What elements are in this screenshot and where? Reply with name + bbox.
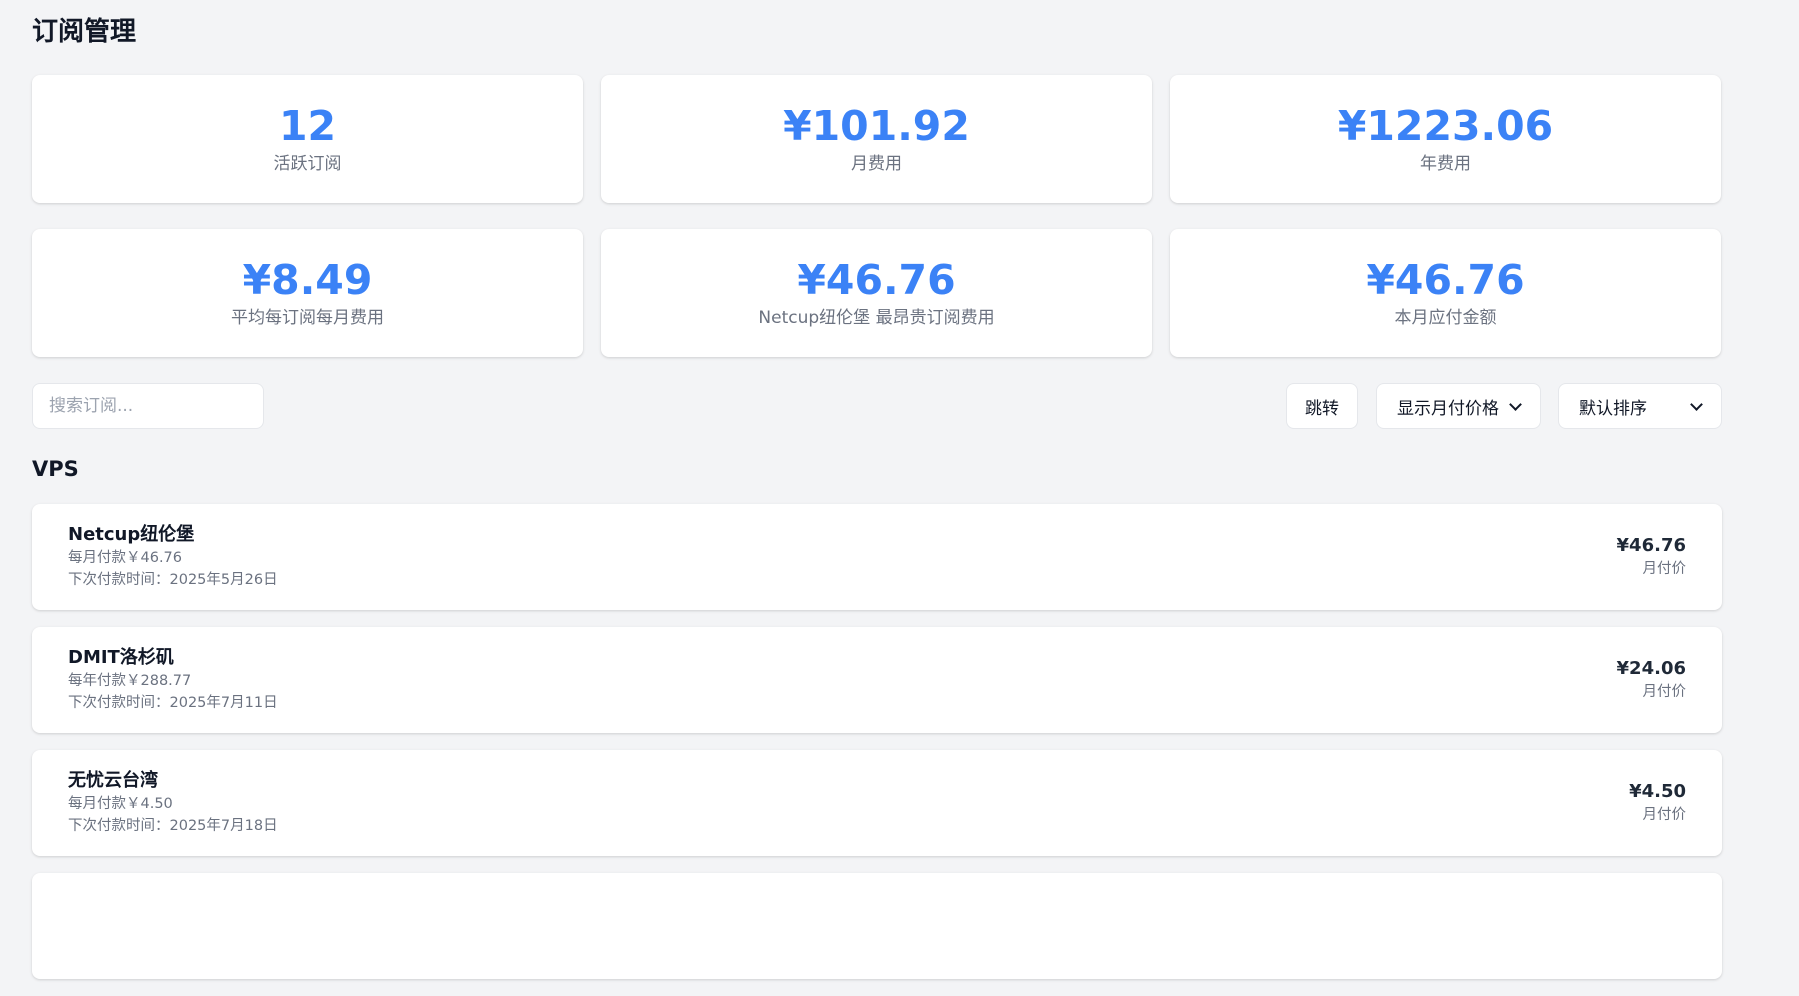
subscription-price: ¥4.50 (1629, 781, 1686, 802)
subscription-card[interactable] (32, 873, 1722, 979)
subscription-info: DMIT洛杉矶 每年付款￥288.77 下次付款时间：2025年7月11日 (68, 646, 278, 714)
stat-value: ¥8.49 (242, 256, 373, 304)
subscription-card[interactable]: DMIT洛杉矶 每年付款￥288.77 下次付款时间：2025年7月11日 ¥2… (32, 627, 1722, 733)
stat-value: ¥46.76 (797, 256, 956, 304)
page-title: 订阅管理 (32, 17, 137, 47)
chevron-down-icon (1509, 397, 1522, 411)
subscription-next-payment: 下次付款时间：2025年7月11日 (68, 695, 278, 711)
stat-card-due-this-month: ¥46.76 本月应付金额 (1170, 229, 1721, 357)
subscription-price: ¥24.06 (1616, 658, 1686, 679)
subscription-payment: 每年付款￥288.77 (68, 673, 192, 689)
price-display-select-value: 显示月付价格 (1397, 398, 1499, 419)
subscription-info: Netcup纽伦堡 每月付款￥46.76 下次付款时间：2025年5月26日 (68, 523, 278, 591)
subscription-payment: 每月付款￥4.50 (68, 796, 173, 812)
subscription-price-block: ¥4.50 月付价 (1629, 779, 1686, 825)
toolbar: 跳转 显示月付价格 默认排序 (32, 383, 1722, 429)
subscription-card[interactable]: Netcup纽伦堡 每月付款￥46.76 下次付款时间：2025年5月26日 ¥… (32, 504, 1722, 610)
stat-label: Netcup纽伦堡 最昂贵订阅费用 (758, 308, 995, 328)
stat-card-monthly-cost: ¥101.92 月费用 (601, 75, 1152, 203)
price-display-select[interactable]: 显示月付价格 (1376, 383, 1541, 429)
subscription-info: 无忧云台湾 每月付款￥4.50 下次付款时间：2025年7月18日 (68, 769, 278, 837)
subscription-name: DMIT洛杉矶 (68, 647, 174, 668)
stat-value: ¥1223.06 (1337, 102, 1554, 150)
stat-label: 月费用 (851, 154, 902, 174)
subscription-price: ¥46.76 (1616, 535, 1686, 556)
stat-label: 平均每订阅每月费用 (231, 308, 384, 328)
subscription-payment: 每月付款￥46.76 (68, 550, 183, 566)
sort-select-value: 默认排序 (1579, 398, 1647, 419)
stat-value: ¥101.92 (783, 102, 970, 150)
stat-card-active-subscriptions: 12 活跃订阅 (32, 75, 583, 203)
stat-label: 年费用 (1420, 154, 1471, 174)
subscription-price-block: ¥46.76 月付价 (1617, 533, 1686, 579)
stats-grid: 12 活跃订阅 ¥101.92 月费用 ¥1223.06 年费用 ¥8.49 平… (32, 75, 1722, 357)
subscription-price-label: 月付价 (1642, 684, 1687, 700)
subscription-next-payment: 下次付款时间：2025年5月26日 (68, 572, 278, 588)
stat-card-yearly-cost: ¥1223.06 年费用 (1170, 75, 1721, 203)
subscription-name: 无忧云台湾 (68, 770, 158, 791)
group-title: VPS (32, 457, 79, 481)
subscription-card[interactable]: 无忧云台湾 每月付款￥4.50 下次付款时间：2025年7月18日 ¥4.50 … (32, 750, 1722, 856)
subscription-price-label: 月付价 (1642, 561, 1687, 577)
stat-label: 活跃订阅 (273, 154, 342, 174)
chevron-down-icon (1690, 397, 1703, 411)
subscription-price-label: 月付价 (1642, 807, 1687, 823)
stat-value: ¥46.76 (1366, 256, 1525, 304)
subscription-next-payment: 下次付款时间：2025年7月18日 (68, 818, 278, 834)
stat-value: 12 (278, 102, 337, 150)
stat-card-most-expensive: ¥46.76 Netcup纽伦堡 最昂贵订阅费用 (601, 229, 1152, 357)
jump-button[interactable]: 跳转 (1286, 383, 1358, 429)
stat-label: 本月应付金额 (1394, 308, 1497, 328)
stat-card-average-monthly-cost: ¥8.49 平均每订阅每月费用 (32, 229, 583, 357)
sort-select[interactable]: 默认排序 (1558, 383, 1722, 429)
subscription-list: Netcup纽伦堡 每月付款￥46.76 下次付款时间：2025年5月26日 ¥… (32, 504, 1722, 996)
subscription-name: Netcup纽伦堡 (68, 524, 195, 545)
subscription-price-block: ¥24.06 月付价 (1617, 656, 1686, 702)
search-input[interactable] (32, 383, 264, 429)
